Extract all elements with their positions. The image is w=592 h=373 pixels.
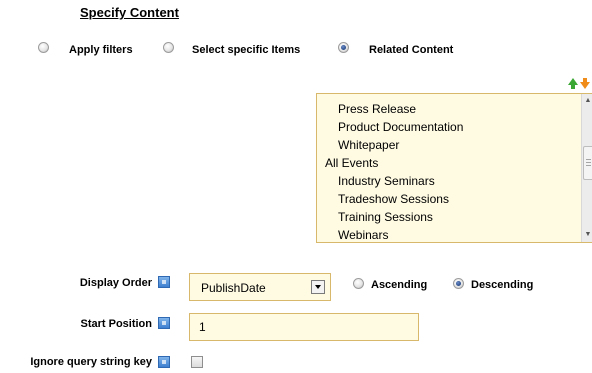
section-title: Specify Content — [80, 5, 179, 20]
scroll-up-icon[interactable]: ▲ — [582, 94, 592, 108]
display-order-value: PublishDate — [201, 281, 266, 295]
help-icon[interactable] — [158, 317, 170, 329]
list-item[interactable]: Whitepaper — [338, 138, 399, 152]
display-order-label: Display Order — [79, 277, 152, 289]
help-icon[interactable] — [158, 356, 170, 368]
list-item[interactable]: Press Release — [338, 102, 416, 116]
radio-related-content[interactable] — [338, 42, 349, 53]
help-icon[interactable] — [158, 276, 170, 288]
radio-select-specific-items[interactable] — [163, 42, 174, 53]
list-item[interactable]: Product Documentation — [338, 120, 463, 134]
start-position-label: Start Position — [80, 318, 152, 330]
list-item[interactable]: Industry Seminars — [338, 174, 435, 188]
scroll-thumb[interactable] — [583, 146, 592, 180]
radio-apply-filters[interactable] — [38, 42, 49, 53]
start-position-input[interactable]: 1 — [189, 313, 419, 341]
list-item[interactable]: All Events — [325, 156, 378, 170]
list-item[interactable]: Training Sessions — [338, 210, 433, 224]
ignore-query-checkbox[interactable] — [191, 356, 203, 368]
ignore-query-label: Ignore query string key — [30, 356, 152, 368]
list-scrollbar[interactable]: ▲ ▼ — [581, 94, 592, 242]
scroll-down-icon[interactable]: ▼ — [582, 228, 592, 242]
chevron-down-icon[interactable] — [311, 280, 325, 294]
display-order-select[interactable]: PublishDate — [189, 273, 331, 301]
move-down-icon[interactable] — [580, 78, 590, 89]
radio-label-apply-filters[interactable]: Apply filters — [69, 44, 133, 56]
radio-label-select-specific-items[interactable]: Select specific Items — [192, 44, 300, 56]
radio-label-ascending[interactable]: Ascending — [371, 279, 427, 291]
list-item[interactable]: Tradeshow Sessions — [338, 192, 449, 206]
list-item[interactable]: Webinars — [338, 228, 388, 242]
radio-label-descending[interactable]: Descending — [471, 279, 533, 291]
radio-label-related-content[interactable]: Related Content — [369, 44, 453, 56]
move-up-icon[interactable] — [568, 78, 578, 89]
radio-descending[interactable] — [453, 278, 464, 289]
related-content-list[interactable]: Press Release Product Documentation Whit… — [316, 93, 592, 243]
radio-ascending[interactable] — [353, 278, 364, 289]
